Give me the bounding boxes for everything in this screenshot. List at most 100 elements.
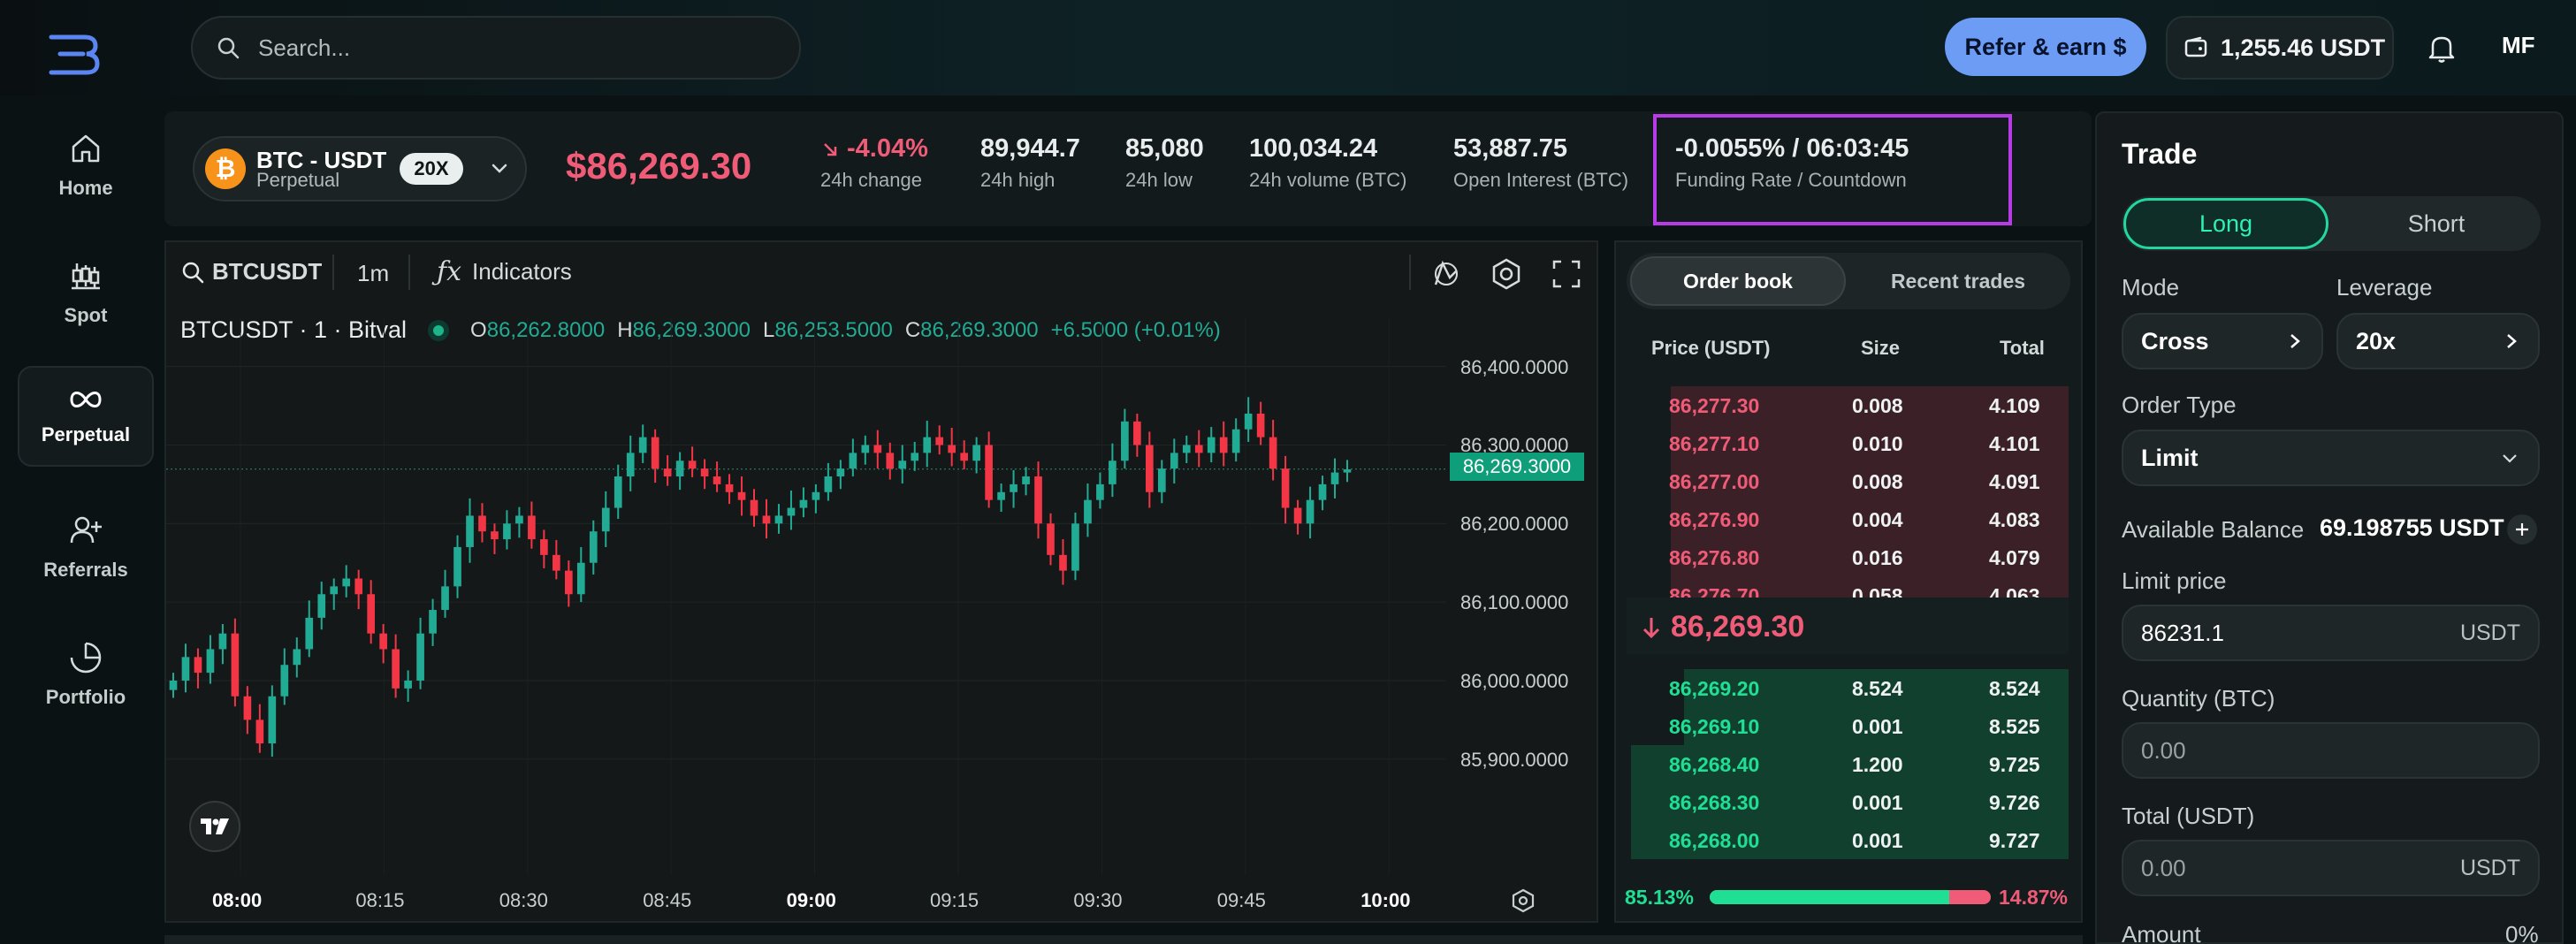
- buy-ratio: 85.13%: [1625, 886, 1695, 909]
- bid-row[interactable]: 86,269.10 0.001 8.525: [1627, 707, 2069, 745]
- chevron-right-icon: [2507, 334, 2517, 348]
- sidebar-item-home[interactable]: Home: [18, 115, 154, 216]
- amount-label: Amount: [2122, 921, 2201, 944]
- bid-row[interactable]: 86,268.00 0.001 9.727: [1627, 821, 2069, 859]
- candle-down: [379, 633, 387, 650]
- spot-chart-icon: [72, 263, 100, 290]
- limit-price-input[interactable]: 86231.1 USDT: [2122, 605, 2540, 661]
- bid-row[interactable]: 86,268.30 0.001 9.726: [1627, 783, 2069, 821]
- cell-size: 1.200: [1852, 753, 1903, 776]
- ask-row[interactable]: 86,276.80 0.016 4.079: [1627, 538, 2069, 576]
- mid-price: 86,269.30: [1641, 610, 1804, 644]
- cell-price: 86,276.90: [1669, 508, 1760, 531]
- ask-row[interactable]: 86,277.10 0.010 4.101: [1627, 424, 2069, 462]
- home-icon: [72, 134, 100, 163]
- candle-up: [1207, 437, 1216, 453]
- candle-up: [206, 649, 215, 674]
- col-header-total: Total: [2000, 337, 2045, 359]
- leverage-select[interactable]: 20x: [2336, 313, 2540, 369]
- cell-size: 0.001: [1852, 791, 1903, 814]
- candle-down: [1059, 554, 1067, 571]
- ask-row[interactable]: 86,277.00 0.008 4.091: [1627, 462, 2069, 500]
- chevron-down-icon[interactable]: [488, 157, 511, 180]
- search-bar[interactable]: [191, 16, 801, 80]
- candle-up: [169, 680, 178, 690]
- candle-up: [342, 578, 351, 587]
- candle-up: [1121, 421, 1129, 461]
- candle-up: [1170, 453, 1178, 469]
- tab-recent-trades[interactable]: Recent trades: [1849, 256, 2067, 306]
- candle-up: [404, 680, 412, 689]
- y-axis-label: 86,100.0000: [1460, 591, 1569, 614]
- candle-up: [1182, 445, 1191, 453]
- bid-row[interactable]: 86,268.40 1.200 9.725: [1627, 745, 2069, 783]
- plus-icon: [2516, 523, 2528, 536]
- bid-row[interactable]: 86,269.20 8.524 8.524: [1627, 669, 2069, 707]
- candle-down: [886, 453, 895, 469]
- app-logo-icon[interactable]: [46, 32, 103, 76]
- stat-24h-high: 89,944.7 24h high: [980, 134, 1080, 191]
- candle-up: [1157, 468, 1166, 492]
- sidebar-item-referrals[interactable]: Referrals: [18, 497, 154, 598]
- col-header-price: Price (USDT): [1651, 337, 1771, 359]
- cell-price: 86,268.00: [1669, 829, 1760, 852]
- amount-value: 0%: [2505, 921, 2539, 944]
- candle-up: [824, 476, 833, 492]
- avatar[interactable]: MF: [2502, 32, 2546, 59]
- tab-order-book[interactable]: Order book: [1630, 256, 1846, 306]
- candlestick-chart[interactable]: [166, 242, 1597, 921]
- tradingview-logo-icon[interactable]: [189, 801, 240, 852]
- wallet-icon: [2184, 36, 2207, 57]
- ask-row[interactable]: 86,277.30 0.008 4.109: [1627, 386, 2069, 424]
- settings-gear-icon[interactable]: [1510, 887, 1536, 914]
- candle-up: [1109, 461, 1117, 484]
- ask-row[interactable]: 86,276.90 0.004 4.083: [1627, 500, 2069, 538]
- cell-size: 8.524: [1852, 677, 1903, 700]
- cell-total: 4.083: [1989, 508, 2040, 531]
- total-input[interactable]: 0.00 USDT: [2122, 840, 2540, 896]
- refer-earn-button[interactable]: Refer & earn $: [1945, 18, 2146, 76]
- candle-up: [787, 507, 796, 516]
- search-input[interactable]: [258, 34, 753, 62]
- bitcoin-icon: ₿: [205, 148, 246, 189]
- pair-type: Perpetual: [256, 169, 340, 191]
- candle-down: [1034, 476, 1042, 524]
- candle-up: [774, 515, 783, 524]
- x-axis-label: 08:30: [499, 889, 548, 911]
- cell-price: 86,268.30: [1669, 791, 1760, 814]
- cell-total: 8.524: [1989, 677, 2040, 700]
- cell-size: 0.001: [1852, 715, 1903, 738]
- candle-down: [725, 483, 734, 492]
- sidebar-item-portfolio[interactable]: Portfolio: [18, 624, 154, 725]
- candle-up: [589, 531, 598, 563]
- cell-total: 4.091: [1989, 470, 2040, 493]
- bell-icon[interactable]: [2422, 28, 2461, 67]
- candle-down: [1281, 468, 1290, 508]
- candle-up: [1231, 429, 1240, 453]
- short-button[interactable]: Short: [2334, 198, 2539, 249]
- candle-up: [614, 476, 622, 508]
- sidebar-item-label: Portfolio: [45, 686, 126, 708]
- mode-select[interactable]: Cross: [2122, 313, 2323, 369]
- candle-down: [392, 649, 400, 689]
- cell-size: 0.008: [1852, 394, 1903, 417]
- add-funds-button[interactable]: [2507, 514, 2537, 544]
- candle-up: [799, 499, 808, 508]
- quantity-input[interactable]: 0.00: [2122, 722, 2540, 779]
- candle-down: [700, 468, 709, 477]
- wallet-balance-button[interactable]: 1,255.46 USDT: [2166, 16, 2394, 80]
- candle-up: [1343, 469, 1352, 473]
- candle-up: [453, 546, 461, 587]
- x-axis-label: 09:30: [1073, 889, 1123, 911]
- sidebar-item-perpetual[interactable]: Perpetual: [18, 366, 154, 467]
- candle-down: [651, 437, 659, 469]
- order-type-select[interactable]: Limit: [2122, 430, 2540, 486]
- cell-size: 0.004: [1852, 508, 1903, 531]
- tv-icon: [201, 818, 229, 834]
- candle-down: [737, 491, 746, 500]
- cell-size: 0.001: [1852, 829, 1903, 852]
- sidebar-item-spot[interactable]: Spot: [18, 242, 154, 343]
- long-button[interactable]: Long: [2123, 198, 2328, 249]
- candle-down: [243, 696, 252, 720]
- x-axis-label: 09:00: [786, 889, 836, 911]
